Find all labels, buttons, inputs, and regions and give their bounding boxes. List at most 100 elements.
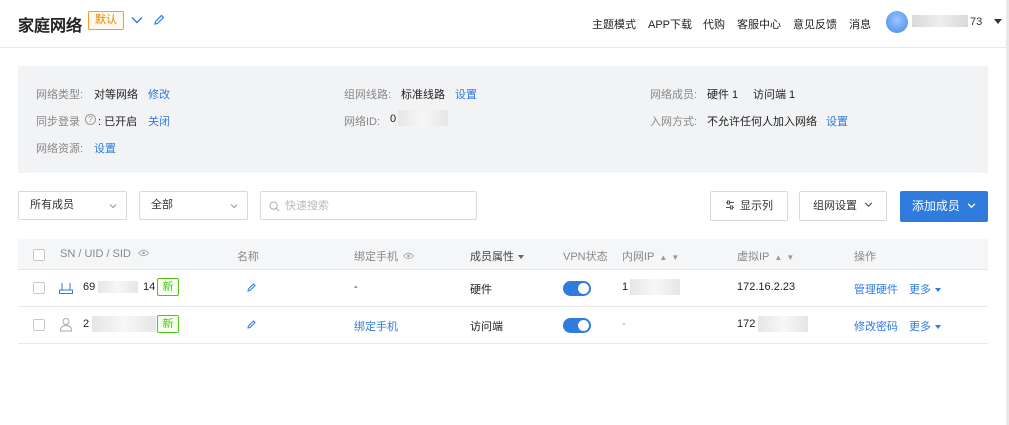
network-resources-settings-link[interactable]: 设置 xyxy=(94,140,116,156)
sync-login-close-link[interactable]: 关闭 xyxy=(148,113,170,129)
column-header-virtual-ip[interactable]: 虚拟IP ▲▼ xyxy=(737,248,798,264)
route-value: 标准线路 xyxy=(401,89,445,101)
column-header-attr[interactable]: 成员属性 xyxy=(470,248,524,264)
change-password-link[interactable]: 修改密码 xyxy=(854,318,898,334)
chevron-down-icon xyxy=(109,204,117,209)
column-header-name: 名称 xyxy=(237,251,259,263)
sort-icon: ▲▼ xyxy=(774,253,799,262)
caret-down-icon xyxy=(935,288,941,293)
search-icon xyxy=(269,201,280,212)
vpn-toggle[interactable] xyxy=(563,318,591,333)
caret-down-icon xyxy=(935,325,941,330)
user-name-suffix: 73 xyxy=(970,16,983,28)
column-header-id-label: SN / UID / SID xyxy=(60,248,131,260)
member-filter-select[interactable]: 所有成员 xyxy=(18,191,127,220)
network-type-value: 对等网络 xyxy=(94,89,138,101)
route-settings-link[interactable]: 设置 xyxy=(455,86,477,102)
nav-feedback[interactable]: 意见反馈 xyxy=(793,16,837,32)
status-filter-select[interactable]: 全部 xyxy=(139,191,248,220)
network-settings-button[interactable]: 组网设置 xyxy=(799,191,887,221)
join-method-value: 不允许任何人加入网络 xyxy=(707,116,817,128)
filter-caret-icon xyxy=(518,255,524,260)
sliders-icon xyxy=(726,200,734,210)
network-type-modify-link[interactable]: 修改 xyxy=(148,86,170,102)
column-header-id: SN / UID / SID xyxy=(60,248,150,260)
manage-hardware-link[interactable]: 管理硬件 xyxy=(854,281,898,297)
sort-icon: ▲▼ xyxy=(659,253,684,262)
table-row: 69 14 新 - 硬件 1 172.16.2.23 管理硬件 更多 xyxy=(18,270,988,307)
route-label: 组网线路: xyxy=(344,89,392,101)
sync-login-value: : 已开启 xyxy=(98,116,138,128)
new-badge: 新 xyxy=(157,278,179,296)
row-phone: - xyxy=(354,281,358,293)
row-lan-ip: 1 xyxy=(622,281,629,293)
add-member-label: 添加成员 xyxy=(911,199,960,213)
eye-icon[interactable] xyxy=(137,249,150,257)
row-checkbox[interactable] xyxy=(33,319,45,331)
row-virtual-ip: 172.16.2.23 xyxy=(737,281,796,293)
more-actions-link[interactable]: 更多 xyxy=(909,281,941,297)
more-actions-label: 更多 xyxy=(909,284,931,296)
network-id-redacted xyxy=(398,110,448,126)
top-header: 家庭网络 默认 主题模式 APP下载 代购 客服中心 意见反馈 消息 73 xyxy=(0,0,1006,48)
user-name-redacted xyxy=(912,15,968,27)
eye-icon[interactable] xyxy=(402,252,415,260)
add-member-button[interactable]: 添加成员 xyxy=(900,191,988,222)
more-actions-label: 更多 xyxy=(909,321,931,333)
show-columns-label: 显示列 xyxy=(740,200,773,212)
nav-purchase-agent[interactable]: 代购 xyxy=(703,16,725,32)
table-row: 2 新 绑定手机 访问端 - 172 修改密码 更多 xyxy=(18,307,988,344)
row-id-redacted xyxy=(92,316,156,332)
vpn-toggle[interactable] xyxy=(563,281,591,296)
more-actions-link[interactable]: 更多 xyxy=(909,318,941,334)
network-info-panel: 网络类型: 对等网络 修改 同步登录 ? : 已开启 关闭 网络资源: 设置 组… xyxy=(18,66,988,173)
chevron-down-icon[interactable] xyxy=(130,13,144,27)
help-icon[interactable]: ? xyxy=(85,114,96,125)
new-badge: 新 xyxy=(157,315,179,333)
edit-icon[interactable] xyxy=(152,13,166,27)
search-input[interactable] xyxy=(285,197,465,215)
column-header-lan-ip-label: 内网IP xyxy=(622,251,655,263)
edit-icon[interactable] xyxy=(246,282,257,293)
network-type-label: 网络类型: xyxy=(36,89,84,101)
row-id-redacted xyxy=(98,281,138,293)
row-checkbox[interactable] xyxy=(33,282,45,294)
row-id-prefix: 2 xyxy=(83,318,90,330)
join-method-settings-link[interactable]: 设置 xyxy=(826,113,848,129)
row-attr: 访问端 xyxy=(470,321,503,333)
row-virtual-ip-redacted xyxy=(758,316,808,332)
avatar[interactable] xyxy=(886,11,908,33)
column-header-lan-ip[interactable]: 内网IP ▲▼ xyxy=(622,248,683,264)
column-header-virtual-ip-label: 虚拟IP xyxy=(737,251,770,263)
bind-phone-link[interactable]: 绑定手机 xyxy=(354,318,398,334)
search-box[interactable] xyxy=(260,191,477,220)
members-label: 网络成员: xyxy=(650,89,698,101)
router-icon xyxy=(59,283,73,294)
network-resources-label: 网络资源: xyxy=(36,143,84,155)
members-hardware-count: 硬件 1 xyxy=(707,89,739,101)
members-visitor-count: 访问端 1 xyxy=(753,89,796,101)
show-columns-button[interactable]: 显示列 xyxy=(710,191,788,221)
row-lan-ip-redacted xyxy=(630,279,680,295)
column-header-vpn: VPN状态 xyxy=(563,251,608,263)
nav-customer-service[interactable]: 客服中心 xyxy=(737,16,781,32)
status-filter-value: 全部 xyxy=(151,199,173,211)
page-title: 家庭网络 xyxy=(18,18,83,35)
row-lan-ip: - xyxy=(622,318,626,330)
column-header-actions: 操作 xyxy=(854,251,876,263)
nav-messages[interactable]: 消息 xyxy=(849,16,871,32)
chevron-down-icon xyxy=(230,204,238,209)
user-icon xyxy=(59,318,73,332)
default-badge: 默认 xyxy=(88,11,124,30)
chevron-down-icon xyxy=(967,203,976,209)
user-menu-caret-icon[interactable] xyxy=(994,19,1002,24)
join-method-label: 入网方式: xyxy=(650,116,698,128)
column-header-phone-label: 绑定手机 xyxy=(354,251,398,263)
network-id-label: 网络ID: xyxy=(344,116,381,128)
select-all-checkbox[interactable] xyxy=(33,249,45,261)
network-id-prefix: 0 xyxy=(390,113,397,125)
nav-theme-mode[interactable]: 主题模式 xyxy=(592,16,636,32)
edit-icon[interactable] xyxy=(246,319,257,330)
nav-app-download[interactable]: APP下载 xyxy=(648,16,692,32)
sync-login-label: 同步登录 xyxy=(36,116,80,128)
